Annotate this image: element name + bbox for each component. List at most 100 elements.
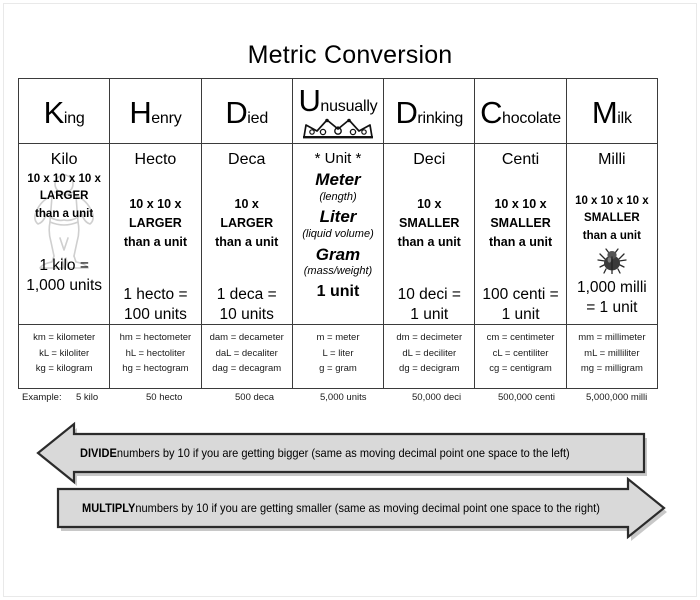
magnitude-block: 10 x 10 x 10 x SMALLER than a unit [567,193,657,246]
magnitude-direction: LARGER [129,215,182,230]
equation-block: 10 deci = 1 unit [384,285,474,325]
prefix-label: Hecto [134,151,177,168]
bug-icon [567,248,657,275]
mnemonic-rest: ing [63,109,85,127]
divide-arrow-keyword: DIVIDE [80,446,117,460]
prefix-body-row: Kilo 10 x 10 x 10 x LARGER than a unit 1… [17,142,659,326]
equation-line1: 1,000 milli [576,279,647,297]
divide-arrow-banner: DIVIDE numbers by 10 if you are getting … [36,421,647,486]
abbr-line: dL = deciliter [402,347,457,359]
magnitude-factor: 10 x [417,196,442,211]
prefix-label: Kilo [50,151,78,168]
unit-header: * Unit * [314,150,362,167]
mnemonic-cell-kilo: King [17,78,111,144]
equation-block: 1 hecto = 100 units [110,285,200,325]
magnitude-than: than a unit [397,235,461,250]
abbr-cell-hecto: hm = hectometer hL = hectoliter hg = hec… [109,324,202,390]
mnemonic-rest: ilk [617,109,632,127]
abbr-line: daL = decaliter [215,347,278,359]
mnemonic-cell-hecto: Henry [109,78,202,144]
mnemonic-rest: ied [247,109,269,127]
mnemonic-cell-deca: Died [200,78,293,144]
example-row: Example: 5 kilo 50 hecto 500 deca 5,000 … [18,392,658,406]
unit-gram: Gram [315,244,361,264]
body-cell-deci: Deci 10 x SMALLER than a unit 10 deci = … [383,142,476,326]
abbr-line: hg = hectogram [122,363,189,375]
equation-line2: 1,000 units [26,276,103,294]
unit-gram-note: (mass/weight) [303,264,373,277]
abbr-cell-deci: dm = decimeter dL = deciliter dg = decig… [383,324,476,390]
prefix-label: Centi [501,151,540,168]
unit-meter: Meter [315,170,361,190]
example-value-unit: 5,000 units [320,392,367,403]
equation-line1: 1 hecto = [123,285,188,303]
equation-line1: 1 deca = [216,285,277,303]
abbr-line: km = kilometer [33,332,96,344]
magnitude-direction: LARGER [39,190,89,203]
magnitude-direction: SMALLER [584,212,640,225]
mnemonic-header-row: King Henry Died Unusually Drinking Choco… [17,78,659,144]
body-cell-unit: * Unit * Meter (length) Liter (liquid vo… [291,142,385,326]
mnemonic-capital: M [591,94,618,130]
abbr-cell-centi: cm = centimeter cL = centiliter cg = cen… [474,324,567,390]
equation-block: 100 centi = 1 unit [475,285,565,325]
equation-line1: 100 centi = [482,285,559,303]
divide-arrow-body: numbers by 10 if you are getting bigger … [116,446,570,460]
mnemonic-capital: H [129,94,152,130]
magnitude-direction: LARGER [220,215,274,230]
abbr-line: cm = centimeter [486,332,555,344]
abbr-line: cL = centiliter [492,347,549,359]
abbr-line: mg = milligram [580,363,643,375]
magnitude-than: than a unit [35,208,94,221]
mnemonic-cell-milli: Milk [565,78,659,144]
prefix-label: Milli [598,151,626,168]
example-value-hecto: 50 hecto [146,392,183,403]
example-value-deci: 50,000 deci [412,392,462,403]
magnitude-factor: 10 x 10 x 10 x [575,194,649,207]
abbr-line: mL = milliliter [584,347,640,359]
example-value-centi: 500,000 centi [498,392,556,403]
body-cell-deca: Deca 10 x LARGER than a unit 1 deca = 10… [200,142,293,326]
abbr-line: hL = hectoliter [125,347,186,359]
magnitude-block: 10 x LARGER than a unit [202,195,292,253]
abbr-line: dam = decameter [209,332,284,344]
mnemonic-cell-unit: Unusually [291,78,385,144]
abbr-line: hm = hectometer [119,332,192,344]
equation-line2: 100 units [123,305,187,323]
magnitude-direction: SMALLER [490,215,551,230]
equation-line2: = 1 unit [586,298,638,316]
abbr-line: cg = centigram [489,363,552,375]
multiply-arrow-banner: MULTIPLY numbers by 10 if you are gettin… [56,476,668,541]
magnitude-than: than a unit [215,235,279,250]
magnitude-factor: 10 x 10 x 10 x [27,172,101,185]
mnemonic-capital: C [480,94,503,130]
multiply-arrow-text: MULTIPLY numbers by 10 if you are gettin… [82,487,600,529]
equation-line1: 10 deci = [397,285,461,303]
abbr-line: kg = kilogram [35,363,93,375]
equation-line2: 10 units [219,305,274,323]
example-value-milli: 5,000,000 milli [586,392,648,403]
magnitude-factor: 10 x 10 x [129,196,182,211]
page-title: Metric Conversion [247,41,453,69]
abbr-line: L = liter [322,347,354,359]
mnemonic-rest: hocolate [502,109,561,127]
magnitude-than: than a unit [582,230,641,243]
mnemonic-rest: nusually [320,98,378,115]
magnitude-block: 10 x 10 x SMALLER than a unit [475,195,565,253]
magnitude-block: 10 x 10 x LARGER than a unit [110,195,200,253]
equation-line1: 1 kilo = [39,257,89,275]
mnemonic-capital: D [225,94,248,130]
multiply-arrow-body: numbers by 10 if you are getting smaller… [135,501,600,515]
mnemonic-capital: D [395,94,418,130]
abbr-line: dm = decimeter [396,332,463,344]
unit-liter-note: (liquid volume) [302,227,374,240]
abbr-line: mm = millimeter [578,332,646,344]
magnitude-direction: SMALLER [399,215,460,230]
body-cell-centi: Centi 10 x 10 x SMALLER than a unit 100 … [474,142,567,326]
abbr-cell-deca: dam = decameter daL = decaliter dag = de… [200,324,293,390]
magnitude-block: 10 x 10 x 10 x LARGER than a unit [19,171,109,224]
unit-liter: Liter [319,207,357,227]
metric-conversion-table: King Henry Died Unusually Drinking Choco… [17,78,659,390]
example-label: Example: [22,392,62,403]
equation-line2: 1 unit [410,305,449,323]
